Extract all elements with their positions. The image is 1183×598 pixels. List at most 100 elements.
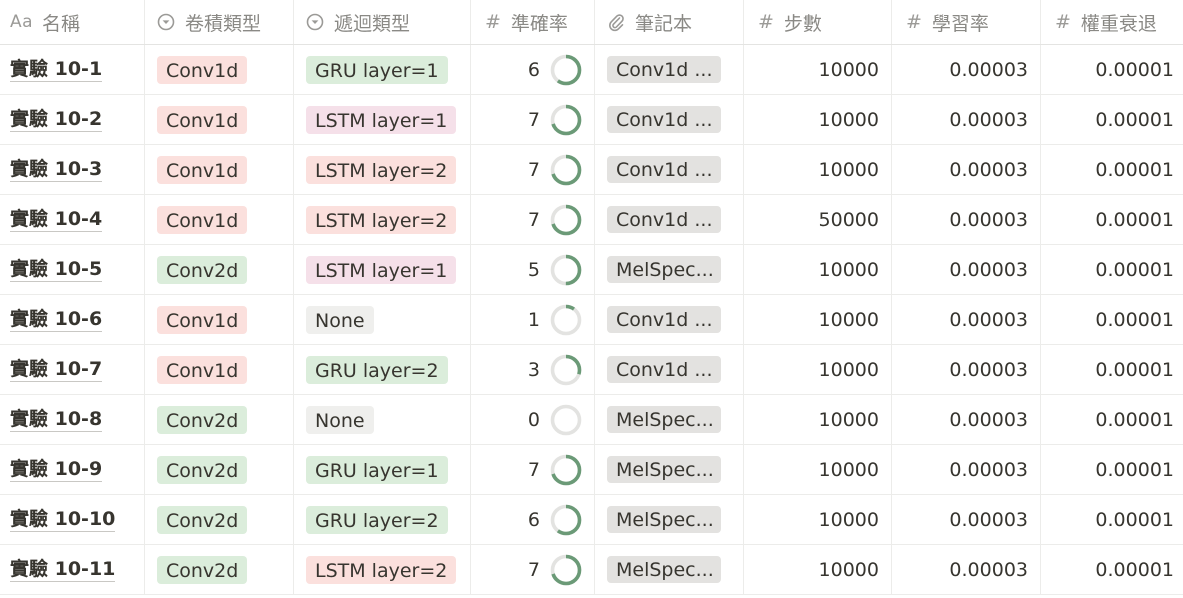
row-title[interactable]: 實驗 10-8 [10,408,103,432]
cell-name[interactable]: 實驗 10-10 [0,495,145,544]
cell-rec-type[interactable]: LSTM layer=2 [294,195,471,244]
cell-name[interactable]: 實驗 10-5 [0,245,145,294]
cell-conv-type[interactable]: Conv1d [145,45,294,94]
row-title[interactable]: 實驗 10-2 [10,108,103,132]
cell-notebook[interactable]: Conv1d ... [595,295,744,344]
cell-conv-type[interactable]: Conv1d [145,95,294,144]
cell-weight-decay[interactable]: 0.00001 [1041,545,1183,594]
table-row[interactable]: 實驗 10-9 Conv2d GRU layer=1 7 MelSpec... 10000… [0,445,1183,495]
cell-name[interactable]: 實驗 10-11 [0,545,145,594]
cell-learning-rate[interactable]: 0.00003 [892,495,1041,544]
cell-learning-rate[interactable]: 0.00003 [892,245,1041,294]
cell-rec-type[interactable]: GRU layer=2 [294,495,471,544]
header-steps[interactable]: # 步數 [744,0,892,44]
cell-name[interactable]: 實驗 10-1 [0,45,145,94]
cell-steps[interactable]: 10000 [744,345,892,394]
cell-conv-type[interactable]: Conv1d [145,195,294,244]
cell-steps[interactable]: 10000 [744,295,892,344]
notebook-file-tag[interactable]: MelSpec... [607,406,721,433]
cell-conv-type[interactable]: Conv1d [145,345,294,394]
cell-rec-type[interactable]: GRU layer=1 [294,45,471,94]
cell-rec-type[interactable]: GRU layer=2 [294,345,471,394]
cell-steps[interactable]: 10000 [744,245,892,294]
row-title[interactable]: 實驗 10-5 [10,258,103,282]
cell-accuracy[interactable]: 1 [471,295,595,344]
cell-learning-rate[interactable]: 0.00003 [892,545,1041,594]
cell-notebook[interactable]: MelSpec... [595,545,744,594]
cell-name[interactable]: 實驗 10-8 [0,395,145,444]
cell-steps[interactable]: 10000 [744,545,892,594]
cell-steps[interactable]: 10000 [744,495,892,544]
row-title[interactable]: 實驗 10-9 [10,458,103,482]
cell-name[interactable]: 實驗 10-3 [0,145,145,194]
cell-steps[interactable]: 10000 [744,45,892,94]
table-row[interactable]: 實驗 10-7 Conv1d GRU layer=2 3 Conv1d ... 10000… [0,345,1183,395]
cell-steps[interactable]: 10000 [744,395,892,444]
cell-rec-type[interactable]: LSTM layer=2 [294,545,471,594]
cell-conv-type[interactable]: Conv1d [145,295,294,344]
table-row[interactable]: 實驗 10-5 Conv2d LSTM layer=1 5 MelSpec... 1000… [0,245,1183,295]
notebook-file-tag[interactable]: Conv1d ... [607,156,721,183]
cell-learning-rate[interactable]: 0.00003 [892,195,1041,244]
cell-conv-type[interactable]: Conv2d [145,445,294,494]
row-title[interactable]: 實驗 10-6 [10,308,103,332]
cell-notebook[interactable]: Conv1d ... [595,45,744,94]
cell-learning-rate[interactable]: 0.00003 [892,145,1041,194]
cell-steps[interactable]: 10000 [744,95,892,144]
cell-learning-rate[interactable]: 0.00003 [892,445,1041,494]
header-learning-rate[interactable]: # 學習率 [892,0,1041,44]
cell-weight-decay[interactable]: 0.00001 [1041,245,1183,294]
header-weight-decay[interactable]: # 權重衰退 [1041,0,1183,44]
cell-notebook[interactable]: Conv1d ... [595,345,744,394]
cell-accuracy[interactable]: 5 [471,245,595,294]
row-title[interactable]: 實驗 10-7 [10,358,103,382]
cell-weight-decay[interactable]: 0.00001 [1041,445,1183,494]
header-accuracy[interactable]: # 準確率 [471,0,595,44]
cell-accuracy[interactable]: 7 [471,95,595,144]
notebook-file-tag[interactable]: Conv1d ... [607,206,721,233]
header-conv-type[interactable]: 卷積類型 [145,0,294,44]
notebook-file-tag[interactable]: MelSpec... [607,256,721,283]
cell-weight-decay[interactable]: 0.00001 [1041,45,1183,94]
header-name[interactable]: Aa 名稱 [0,0,145,44]
cell-conv-type[interactable]: Conv1d [145,145,294,194]
cell-notebook[interactable]: MelSpec... [595,495,744,544]
cell-notebook[interactable]: MelSpec... [595,245,744,294]
cell-accuracy[interactable]: 6 [471,45,595,94]
cell-accuracy[interactable]: 7 [471,445,595,494]
cell-conv-type[interactable]: Conv2d [145,395,294,444]
cell-learning-rate[interactable]: 0.00003 [892,295,1041,344]
cell-name[interactable]: 實驗 10-9 [0,445,145,494]
cell-learning-rate[interactable]: 0.00003 [892,345,1041,394]
cell-notebook[interactable]: Conv1d ... [595,95,744,144]
notebook-file-tag[interactable]: MelSpec... [607,506,721,533]
cell-name[interactable]: 實驗 10-7 [0,345,145,394]
cell-notebook[interactable]: MelSpec... [595,445,744,494]
notebook-file-tag[interactable]: Conv1d ... [607,306,721,333]
cell-conv-type[interactable]: Conv2d [145,495,294,544]
row-title[interactable]: 實驗 10-10 [10,508,116,532]
cell-notebook[interactable]: MelSpec... [595,395,744,444]
cell-rec-type[interactable]: GRU layer=1 [294,445,471,494]
header-rec-type[interactable]: 遞迴類型 [294,0,471,44]
row-title[interactable]: 實驗 10-3 [10,158,103,182]
cell-notebook[interactable]: Conv1d ... [595,145,744,194]
cell-accuracy[interactable]: 7 [471,545,595,594]
cell-steps[interactable]: 10000 [744,445,892,494]
cell-name[interactable]: 實驗 10-4 [0,195,145,244]
notebook-file-tag[interactable]: MelSpec... [607,456,721,483]
cell-weight-decay[interactable]: 0.00001 [1041,295,1183,344]
table-row[interactable]: 實驗 10-4 Conv1d LSTM layer=2 7 Conv1d ... 5000… [0,195,1183,245]
cell-weight-decay[interactable]: 0.00001 [1041,345,1183,394]
cell-learning-rate[interactable]: 0.00003 [892,395,1041,444]
table-row[interactable]: 實驗 10-10 Conv2d GRU layer=2 6 MelSpec... 1000… [0,495,1183,545]
table-row[interactable]: 實驗 10-8 Conv2d None 0 MelSpec... 10000 0.00003… [0,395,1183,445]
notebook-file-tag[interactable]: Conv1d ... [607,106,721,133]
row-title[interactable]: 實驗 10-1 [10,58,103,82]
table-row[interactable]: 實驗 10-11 Conv2d LSTM layer=2 7 MelSpec... 100… [0,545,1183,595]
cell-rec-type[interactable]: None [294,395,471,444]
cell-rec-type[interactable]: LSTM layer=2 [294,145,471,194]
cell-learning-rate[interactable]: 0.00003 [892,95,1041,144]
notebook-file-tag[interactable]: Conv1d ... [607,56,721,83]
cell-learning-rate[interactable]: 0.00003 [892,45,1041,94]
